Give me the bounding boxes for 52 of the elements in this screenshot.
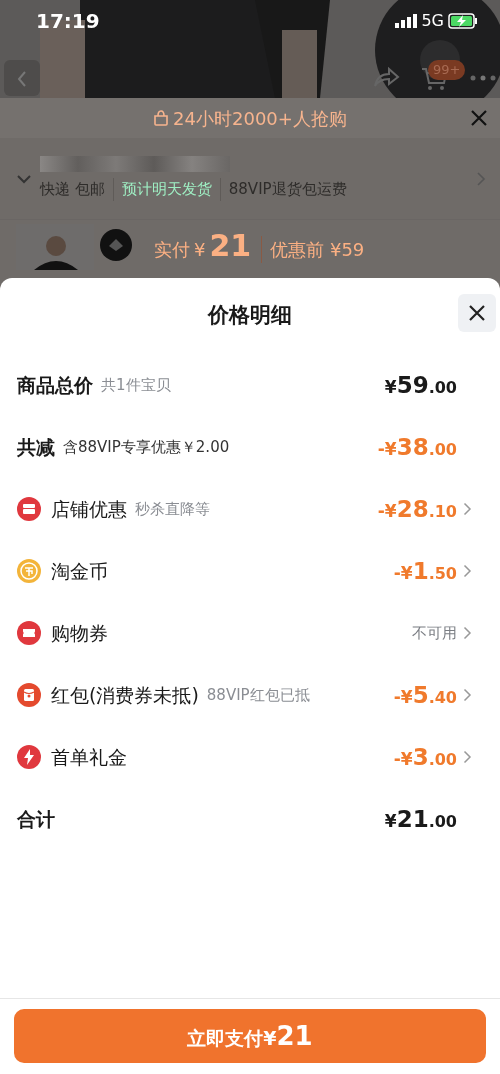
close-button[interactable] (458, 294, 496, 332)
row-label: 首单礼金 (51, 744, 127, 770)
row-note: 含88VIP专享优惠￥2.00 (63, 436, 230, 458)
chevron-right-icon[interactable] (463, 502, 472, 516)
row-label: 红包(消费券未抵) (51, 682, 199, 708)
row-label: 商品总价 (17, 372, 93, 398)
sheet-title: 价格明细 (208, 302, 292, 330)
shop-logo (100, 229, 132, 261)
chevron-right-icon[interactable] (476, 170, 486, 187)
row-label: 购物券 (51, 620, 108, 646)
banner-text: 24小时2000+人抢购 (173, 106, 347, 131)
price-text: ¥21.00 (384, 804, 457, 834)
share-icon[interactable] (372, 66, 400, 88)
row-label: 合计 (17, 806, 55, 832)
row-note: 秒杀直降等 (135, 498, 210, 520)
row-label: 店铺优惠 (51, 496, 127, 522)
chevron-right-icon[interactable] (463, 626, 472, 640)
original-price: 优惠前 ¥59 (261, 235, 365, 263)
delivery-info: 预计明天发货 (112, 178, 212, 201)
status-time: 17:19 (36, 8, 100, 35)
envelope-icon (17, 683, 41, 707)
chevron-down-icon[interactable] (16, 173, 32, 184)
coin-icon (17, 559, 41, 583)
pay-button[interactable]: 立即支付¥21 (14, 1009, 486, 1063)
price-text: -¥28.10 (377, 494, 457, 524)
row-label: 共减 (17, 434, 55, 460)
price-text: -¥1.50 (393, 556, 457, 586)
price-text: -¥3.00 (393, 742, 457, 772)
delivery-info: 快递 包邮 (40, 179, 105, 201)
back-button[interactable] (4, 60, 40, 96)
signal-icon (395, 14, 418, 28)
store-icon (17, 497, 41, 521)
row-note: 共1件宝贝 (101, 374, 171, 396)
row-note: 88VIP红包已抵 (206, 684, 310, 706)
pay-label: 实付 (154, 237, 190, 262)
delivery-info: 88VIP退货包运费 (219, 178, 347, 201)
network-label: 5G (421, 10, 444, 32)
pay-amount: ¥21 (194, 226, 252, 265)
bag-icon (153, 110, 170, 126)
status-text: 不可用 (412, 622, 457, 644)
more-icon[interactable] (470, 75, 496, 81)
price-text: -¥5.40 (393, 680, 457, 710)
battery-icon (448, 13, 478, 29)
chevron-right-icon[interactable] (463, 750, 472, 764)
close-icon[interactable] (468, 304, 486, 322)
chevron-right-icon[interactable] (463, 688, 472, 702)
row-label: 淘金币 (51, 558, 108, 584)
ticket-icon (17, 621, 41, 645)
lightning-icon (17, 745, 41, 769)
chevron-right-icon[interactable] (463, 564, 472, 578)
price-text: -¥38.00 (377, 432, 457, 462)
price-text: ¥59.00 (384, 370, 457, 400)
